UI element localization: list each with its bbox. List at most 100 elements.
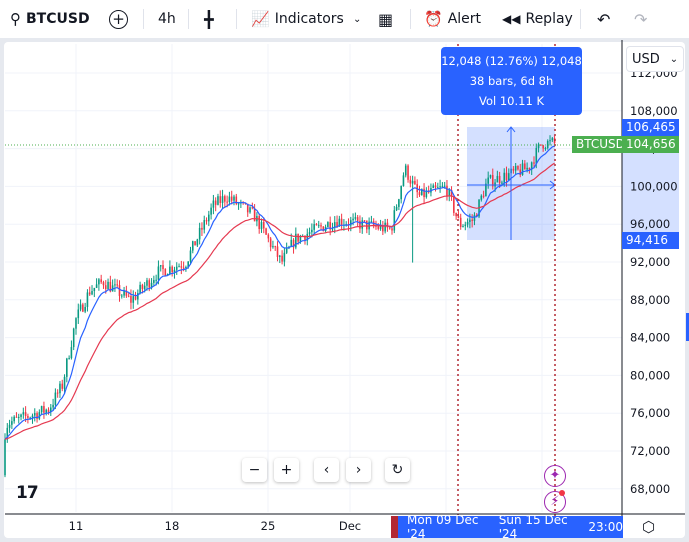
candle-body bbox=[52, 404, 54, 408]
candle-body bbox=[441, 185, 444, 187]
candle-body bbox=[524, 163, 526, 170]
minus-icon: − bbox=[248, 462, 261, 478]
candle-body bbox=[400, 186, 402, 200]
measure-info-box: 12,048 (12.76%) 12,048 38 bars, 6d 8h Vo… bbox=[441, 47, 582, 115]
candle-body bbox=[411, 180, 414, 184]
candle-body bbox=[169, 266, 171, 274]
candle-body bbox=[102, 282, 105, 286]
tradingview-logo[interactable]: 17 bbox=[16, 483, 39, 503]
candle-body bbox=[469, 219, 471, 222]
candle-body bbox=[189, 250, 192, 262]
measure-volume: Vol 10.11 K bbox=[479, 94, 544, 108]
candle-body bbox=[315, 224, 318, 226]
currency-select[interactable]: USD ⌄ bbox=[626, 46, 684, 72]
candle-body bbox=[402, 175, 405, 187]
candle-body bbox=[443, 185, 446, 187]
candle-body bbox=[352, 218, 354, 221]
candle-body bbox=[370, 221, 373, 223]
candle-body bbox=[162, 265, 164, 270]
plus-icon: + bbox=[280, 462, 293, 478]
candle-body bbox=[159, 265, 162, 267]
x-tick-label: Dec bbox=[339, 519, 361, 533]
candle-body bbox=[17, 416, 20, 418]
candle-body bbox=[549, 140, 551, 142]
candle-body bbox=[393, 210, 396, 231]
candle-body bbox=[182, 267, 185, 269]
candle-body bbox=[72, 328, 75, 348]
candle-body bbox=[363, 220, 366, 222]
candle-body bbox=[327, 222, 329, 227]
candle-body bbox=[508, 173, 510, 181]
candle-body bbox=[93, 287, 96, 292]
candle-body bbox=[11, 421, 13, 425]
candle-body bbox=[107, 281, 109, 290]
x-tick-label: 11 bbox=[69, 519, 84, 533]
y-tick-label: 84,000 bbox=[630, 331, 670, 345]
candle-body bbox=[120, 295, 123, 297]
candle-body bbox=[496, 175, 499, 183]
settings-hex-icon[interactable]: ⬡ bbox=[642, 518, 655, 536]
candle-body bbox=[86, 292, 89, 307]
candle-body bbox=[281, 255, 283, 262]
symbol-price-tag: BTCUSD bbox=[572, 136, 625, 153]
candle-body bbox=[45, 409, 48, 413]
candle-body bbox=[409, 179, 412, 184]
candle-body bbox=[27, 415, 29, 418]
y-tick-label: 88,000 bbox=[630, 293, 670, 307]
chevron-left-icon: ‹ bbox=[323, 462, 330, 478]
candle-body bbox=[212, 200, 215, 208]
candle-body bbox=[127, 295, 130, 297]
candle-body bbox=[551, 138, 554, 141]
scroll-left-button[interactable]: ‹ bbox=[314, 458, 339, 482]
candle-body bbox=[340, 218, 343, 226]
candle-body bbox=[267, 234, 270, 239]
candle-body bbox=[265, 228, 267, 235]
chart-container[interactable]: 112,000108,000104,000100,00096,00092,000… bbox=[0, 0, 689, 542]
candle-body bbox=[317, 225, 320, 227]
candle-body bbox=[205, 220, 208, 222]
candle-body bbox=[164, 269, 167, 276]
measure-low-tag: 94,416 bbox=[622, 232, 679, 249]
candle-body bbox=[453, 196, 455, 213]
candle-body bbox=[219, 196, 222, 203]
zoom-in-button[interactable]: + bbox=[274, 458, 299, 482]
candle-body bbox=[79, 304, 82, 310]
scroll-right-button[interactable]: › bbox=[346, 458, 371, 482]
measure-change: 12,048 (12.76%) 12,048 bbox=[441, 54, 582, 68]
candle-body bbox=[8, 424, 11, 428]
sparkle-icon[interactable]: ✦ bbox=[544, 465, 566, 487]
notification-dot bbox=[559, 490, 565, 496]
candle-body bbox=[43, 406, 45, 413]
candle-body bbox=[466, 221, 469, 225]
candle-body bbox=[455, 212, 457, 217]
candle-body bbox=[31, 415, 34, 418]
x-tick-label: 25 bbox=[261, 519, 276, 533]
candle-body bbox=[262, 222, 265, 229]
candle-body bbox=[155, 279, 157, 281]
candle-body bbox=[269, 238, 272, 248]
candle-body bbox=[276, 246, 279, 257]
candle-body bbox=[482, 195, 485, 197]
candle-body bbox=[388, 227, 391, 229]
candle-body bbox=[91, 291, 93, 295]
candle-body bbox=[272, 246, 274, 248]
candle-body bbox=[414, 180, 416, 185]
candle-body bbox=[494, 182, 496, 187]
zoom-out-button[interactable]: − bbox=[242, 458, 267, 482]
candle-body bbox=[59, 383, 61, 394]
y-tick-label: 100,000 bbox=[630, 179, 678, 193]
candle-body bbox=[546, 140, 549, 149]
candle-body bbox=[489, 175, 492, 178]
candle-body bbox=[95, 284, 98, 288]
candle-body bbox=[118, 285, 121, 296]
candle-body bbox=[544, 148, 547, 150]
candle-body bbox=[366, 220, 368, 230]
y-tick-label: 92,000 bbox=[630, 255, 670, 269]
candle-body bbox=[320, 225, 322, 227]
reset-chart-button[interactable]: ↻ bbox=[385, 458, 410, 482]
candle-body bbox=[361, 220, 364, 229]
candle-body bbox=[356, 217, 359, 221]
price-chart[interactable]: 112,000108,000104,000100,00096,00092,000… bbox=[0, 0, 689, 542]
y-tick-label: 80,000 bbox=[630, 368, 670, 382]
candle-body bbox=[512, 168, 515, 171]
